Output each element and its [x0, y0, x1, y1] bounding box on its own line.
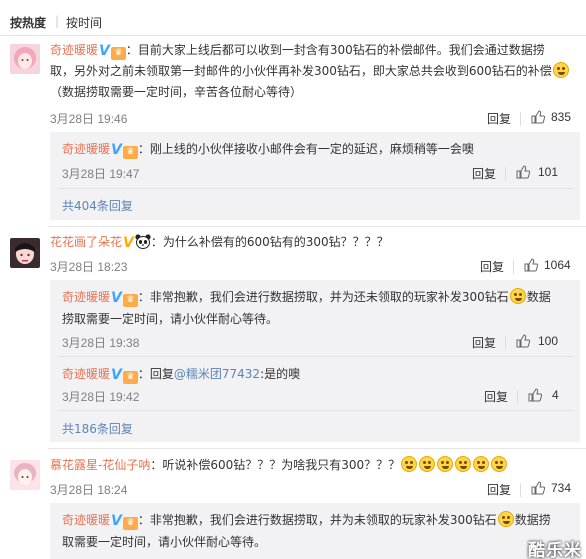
reply-button[interactable]: 回复 — [472, 165, 496, 182]
level-badge-icon: ♛ — [122, 371, 138, 384]
reply-text: ：非常抱歉，我们会进行数据捞取，并为未领取的玩家补发300钻石 — [137, 513, 497, 527]
v-badge-icon: V — [123, 235, 134, 251]
comment-username[interactable]: 奇迹暖暖 — [50, 43, 98, 57]
sort-by-hot-tab[interactable]: 按热度 — [10, 14, 46, 31]
comment-text: ：目前大家上线后都可以收到一封含有300钻石的补偿邮件。我们会通过数据捞 — [125, 43, 545, 57]
comment-body: 奇迹暖暖V ♛ ：目前大家上线后都可以收到一封含有300钻石的补偿邮件。我们会通过数… — [50, 40, 580, 103]
comment-text: ：为什么补偿有的600钻有的300钻？？？？ — [150, 235, 389, 249]
reply-button[interactable]: 回复 — [480, 258, 504, 275]
reply-text: ：非常抱歉，我们会进行数据捞取，并为还未领取的玩家补发300钻石 — [137, 290, 509, 304]
reply-username[interactable]: 奇迹暖暖 — [62, 142, 110, 156]
level-badge-icon: ♛ — [110, 47, 126, 60]
mention-link[interactable]: @糯米团77432 — [174, 367, 260, 381]
v-badge-icon: V — [111, 513, 122, 529]
emoji-icon — [437, 456, 454, 472]
comment-text: 取，另外对之前未领取第一封邮件的小伙伴再补发300钻石，即大家总共会收到600钻… — [50, 64, 552, 78]
reply-username[interactable]: 奇迹暖暖 — [62, 513, 110, 527]
sub-reply: 奇迹暖暖V ♛ ：非常抱歉，我们会进行数据捞取，并为未领取的玩家补发300钻石 数据捞… — [62, 509, 574, 553]
thumbs-up-icon[interactable] — [528, 388, 542, 402]
comment-body: 花花画了朵花V ：为什么补偿有的600钻有的300钻？？？？ — [50, 232, 580, 253]
reply-text: ：刚上线的小伙伴接收小邮件会有一定的延迟，麻烦稍等一会噢 — [137, 142, 474, 156]
sort-by-time-tab[interactable]: 按时间 — [66, 14, 102, 31]
v-badge-icon: V — [99, 43, 110, 59]
emoji-icon — [552, 62, 569, 78]
thumbs-up-icon[interactable] — [531, 110, 545, 124]
divider — [48, 226, 586, 227]
comment-username[interactable]: 花花画了朵花 — [50, 235, 122, 249]
thumbs-up-icon[interactable] — [524, 258, 538, 272]
reply-button[interactable]: 回复 — [487, 110, 511, 127]
v-badge-icon: V — [111, 142, 122, 158]
comment-time: 3月28日 19:46 — [50, 112, 128, 126]
emoji-icon — [491, 456, 508, 472]
comment-text: ：听说补偿600钻？？？为啥我只有300？？？ — [150, 458, 401, 472]
sub-reply: 奇迹暖暖V ♛ ：刚上线的小伙伴接收小邮件会有一定的延迟，麻烦稍等一会噢 — [62, 140, 474, 159]
reply-time: 3月28日 19:38 — [62, 336, 140, 350]
comment-time: 3月28日 18:24 — [50, 483, 128, 497]
reply-time: 3月28日 19:47 — [62, 167, 140, 181]
comment-username[interactable]: 慕花露星-花仙子呐 — [50, 458, 150, 472]
divider — [58, 410, 574, 411]
like-count: 100 — [538, 334, 559, 348]
reply-button[interactable]: 回复 — [484, 388, 508, 405]
divider — [58, 356, 574, 357]
emoji-icon — [419, 456, 436, 472]
divider — [517, 390, 518, 404]
emoji-icon — [509, 288, 526, 304]
comment-text: （数据捞取需要一定时间，辛苦各位耐心等待） — [50, 85, 303, 99]
thumbs-up-icon[interactable] — [516, 165, 530, 179]
divider — [505, 167, 506, 181]
reply-text: 取需要一定时间，请小伙伴耐心等待。 — [62, 535, 267, 549]
reply-text: 捞取需要一定时间，请小伙伴耐心等待。 — [62, 312, 279, 326]
v-badge-icon: V — [111, 367, 122, 383]
like-count: 835 — [551, 110, 572, 124]
sort-bar: 按热度 | 按时间 — [0, 0, 586, 36]
avatar[interactable] — [10, 460, 40, 490]
sort-separator: | — [55, 14, 60, 28]
level-badge-icon: ♛ — [122, 294, 138, 307]
more-replies-link[interactable]: 共404条回复 — [62, 197, 133, 214]
like-count: 1064 — [544, 258, 571, 272]
comment-time: 3月28日 18:23 — [50, 260, 128, 274]
divider — [520, 483, 521, 497]
reply-text: 数据 — [526, 290, 551, 304]
like-count: 734 — [551, 481, 572, 495]
divider — [520, 112, 521, 126]
emoji-icon — [473, 456, 490, 472]
emoji-icon — [455, 456, 472, 472]
panda-icon — [135, 234, 151, 249]
thumbs-up-icon[interactable] — [516, 334, 530, 348]
reply-username[interactable]: 奇迹暖暖 — [62, 367, 110, 381]
reply-button[interactable]: 回复 — [487, 481, 511, 498]
divider — [58, 188, 574, 189]
emoji-icon — [497, 511, 514, 527]
emoji-icon — [401, 456, 418, 472]
like-count: 101 — [538, 165, 559, 179]
divider — [505, 336, 506, 350]
reply-time: 3月28日 19:42 — [62, 390, 140, 404]
more-replies-link[interactable]: 共186条回复 — [62, 420, 133, 437]
reply-text: ：回复 — [137, 367, 174, 381]
watermark: 酷乐米 — [528, 541, 582, 559]
avatar[interactable] — [10, 44, 40, 74]
sub-reply: 奇迹暖暖V ♛ ：非常抱歉，我们会进行数据捞取，并为还未领取的玩家补发300钻石 数据… — [62, 286, 574, 330]
reply-username[interactable]: 奇迹暖暖 — [62, 290, 110, 304]
like-count: 4 — [552, 388, 559, 402]
reply-button[interactable]: 回复 — [472, 334, 496, 351]
reply-text: :是的噢 — [260, 367, 301, 381]
level-badge-icon: ♛ — [122, 517, 138, 530]
reply-text: 数据捞 — [514, 513, 551, 527]
sub-reply: 奇迹暖暖V ♛ ：回复@糯米团77432:是的噢 — [62, 365, 300, 384]
level-badge-icon: ♛ — [122, 146, 138, 159]
divider — [513, 260, 514, 274]
v-badge-icon: V — [111, 290, 122, 306]
comment-body: 慕花露星-花仙子呐：听说补偿600钻？？？为啥我只有300？？？ — [50, 455, 580, 476]
avatar[interactable] — [10, 238, 40, 268]
divider — [48, 448, 586, 449]
thumbs-up-icon[interactable] — [531, 481, 545, 495]
